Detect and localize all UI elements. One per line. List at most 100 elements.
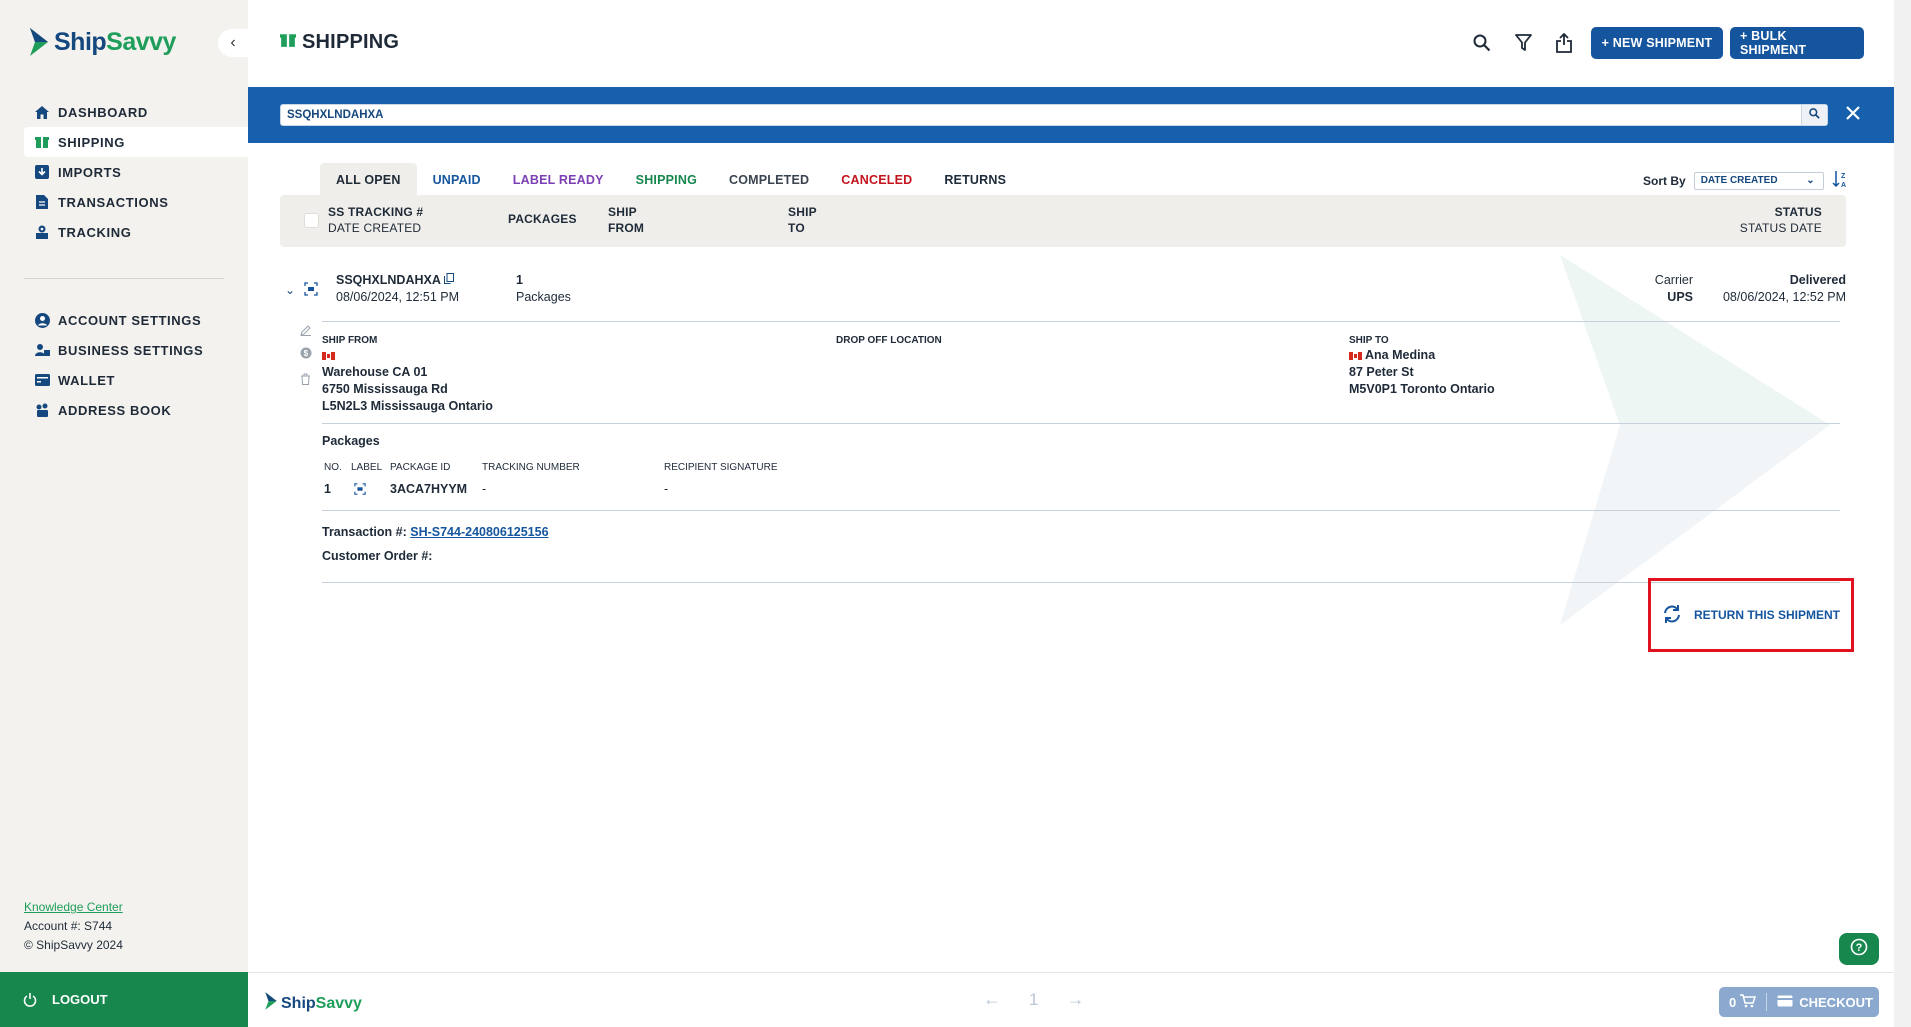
scrollbar[interactable] xyxy=(1894,0,1911,1027)
section-divider xyxy=(322,423,1840,424)
col-ship-from-1: SHIP xyxy=(608,205,637,219)
edit-icon[interactable] xyxy=(300,323,312,341)
col-status-date[interactable]: STATUS DATE xyxy=(1740,221,1822,235)
sidebar-item-account-settings[interactable]: ACCOUNT SETTINGS xyxy=(24,305,248,335)
collapse-sidebar-button[interactable]: ‹ xyxy=(218,29,248,57)
pkg-col-no: NO. xyxy=(324,462,342,473)
expand-chevron-icon[interactable]: ⌄ xyxy=(285,283,295,297)
copy-icon[interactable] xyxy=(444,273,455,287)
dollar-icon[interactable]: $ xyxy=(300,346,312,364)
col-date-created[interactable]: DATE CREATED xyxy=(328,221,421,235)
sidebar-item-tracking[interactable]: TRACKING xyxy=(24,217,248,247)
ship-from-line-3: L5N2L3 Mississauga Ontario xyxy=(322,399,493,413)
carrier-value: UPS xyxy=(1667,290,1693,304)
canada-flag-icon xyxy=(322,351,335,360)
search-input[interactable] xyxy=(281,105,1799,125)
sidebar-item-wallet[interactable]: WALLET xyxy=(24,365,248,395)
sidebar: ShipSavvy ‹ DASHBOARD SHIPPING IMPORTS T… xyxy=(0,0,248,1027)
transaction-label: Transaction #: xyxy=(322,525,407,539)
checkout-divider xyxy=(1766,993,1768,1011)
tab-canceled[interactable]: CANCELED xyxy=(825,163,928,197)
sort-direction-icon[interactable]: ZA xyxy=(1832,170,1848,191)
packages-title: Packages xyxy=(322,434,380,448)
pkg-label-icon[interactable] xyxy=(353,482,367,500)
svg-text:A: A xyxy=(1841,182,1846,188)
wallet-icon xyxy=(34,372,50,388)
bottom-logo-ship: Ship xyxy=(281,994,316,1012)
sidebar-item-label: IMPORTS xyxy=(58,164,122,180)
sidebar-item-transactions[interactable]: TRANSACTIONS xyxy=(24,187,248,217)
next-page-arrow-icon[interactable]: → xyxy=(1066,989,1084,1010)
sidebar-item-imports[interactable]: IMPORTS xyxy=(24,157,248,187)
trash-icon[interactable] xyxy=(300,372,311,390)
business-icon xyxy=(34,342,50,358)
bottom-logo-savvy: Savvy xyxy=(315,994,362,1012)
sort-select[interactable]: DATE CREATED ⌄ xyxy=(1693,171,1824,190)
row-divider xyxy=(322,321,1840,322)
ship-from-line-1: Warehouse CA 01 xyxy=(322,365,428,379)
col-status[interactable]: STATUS xyxy=(1775,205,1822,219)
sort-control: Sort By DATE CREATED ⌄ ZA xyxy=(1643,170,1848,191)
search-icon[interactable] xyxy=(1470,31,1494,55)
tab-shipping[interactable]: SHIPPING xyxy=(620,163,713,197)
tab-all-open[interactable]: ALL OPEN xyxy=(320,163,417,197)
label-scan-icon[interactable] xyxy=(304,282,318,301)
close-search-button[interactable] xyxy=(1841,103,1865,127)
sidebar-item-label: WALLET xyxy=(58,372,116,388)
return-shipment-button[interactable]: RETURN THIS SHIPMENT xyxy=(1648,578,1854,652)
new-shipment-button[interactable]: + NEW SHIPMENT xyxy=(1591,27,1723,59)
col-ship-to-2: TO xyxy=(788,221,805,235)
ship-to-line-2: M5V0P1 Toronto Ontario xyxy=(1349,382,1495,396)
bulk-shipment-button[interactable]: + BULK SHIPMENT xyxy=(1730,27,1864,59)
filter-icon[interactable] xyxy=(1511,31,1535,55)
page-title: SHIPPING xyxy=(280,31,399,54)
shipsavvy-logo[interactable]: ShipSavvy xyxy=(28,26,176,58)
sidebar-footer: Knowledge Center Account #: S744 © ShipS… xyxy=(24,898,123,955)
sidebar-item-business-settings[interactable]: BUSINESS SETTINGS xyxy=(24,335,248,365)
knowledge-center-link[interactable]: Knowledge Center xyxy=(24,900,123,914)
sidebar-item-label: ADDRESS BOOK xyxy=(58,402,172,418)
card-icon xyxy=(1777,995,1793,1010)
sidebar-item-dashboard[interactable]: DASHBOARD xyxy=(24,97,248,127)
sort-value: DATE CREATED xyxy=(1700,175,1778,186)
checkout-label: CHECKOUT xyxy=(1799,994,1873,1010)
section-divider xyxy=(322,510,1840,511)
section-divider xyxy=(322,582,1840,583)
transaction-link[interactable]: SH-S744-240806125156 xyxy=(410,525,548,539)
nav-divider xyxy=(24,278,224,279)
prev-page-arrow-icon[interactable]: ← xyxy=(983,989,1001,1010)
svg-text:$: $ xyxy=(304,349,309,358)
copyright: © ShipSavvy 2024 xyxy=(24,938,123,952)
pkg-row-package-id: 3ACA7HYYM xyxy=(390,482,468,496)
ship-from-line-2: 6750 Mississauga Rd xyxy=(322,382,448,396)
pagination: ← 1 → xyxy=(983,989,1084,1010)
sidebar-item-address-book[interactable]: ADDRESS BOOK xyxy=(24,395,248,425)
help-icon: ? xyxy=(1850,938,1868,961)
refresh-icon xyxy=(1662,604,1682,627)
shipment-date-created: 08/06/2024, 12:51 PM xyxy=(336,290,460,304)
logout-icon xyxy=(22,992,38,1008)
user-circle-icon xyxy=(34,312,50,328)
checkout-button[interactable]: 0 CHECKOUT xyxy=(1719,987,1879,1017)
main-nav: DASHBOARD SHIPPING IMPORTS TRANSACTIONS … xyxy=(24,97,248,247)
col-packages[interactable]: PACKAGES xyxy=(508,211,577,227)
tab-label-ready[interactable]: LABEL READY xyxy=(497,163,620,197)
help-button[interactable]: ? xyxy=(1839,933,1879,965)
select-all-checkbox[interactable] xyxy=(304,213,319,228)
current-page[interactable]: 1 xyxy=(1029,990,1038,1010)
ship-from-label: SHIP FROM xyxy=(322,335,378,346)
tab-unpaid[interactable]: UNPAID xyxy=(417,163,497,197)
sidebar-item-label: SHIPPING xyxy=(58,134,125,150)
logout-button[interactable]: LOGOUT xyxy=(0,972,248,1027)
search-submit-button[interactable] xyxy=(1801,105,1827,125)
shipment-tracking-number[interactable]: SSQHXLNDAHXA xyxy=(336,273,441,287)
tab-completed[interactable]: COMPLETED xyxy=(713,163,825,197)
export-icon[interactable] xyxy=(1552,31,1576,55)
account-number: Account #: S744 xyxy=(24,919,113,933)
package-icon xyxy=(34,134,50,150)
chevron-left-icon: ‹ xyxy=(230,34,236,51)
sidebar-item-shipping[interactable]: SHIPPING xyxy=(24,127,248,157)
ship-to-address: Ana Medina 87 Peter St M5V0P1 Toronto On… xyxy=(1349,347,1495,398)
tab-returns[interactable]: RETURNS xyxy=(928,163,1022,197)
col-tracking[interactable]: SS TRACKING # xyxy=(328,205,423,219)
